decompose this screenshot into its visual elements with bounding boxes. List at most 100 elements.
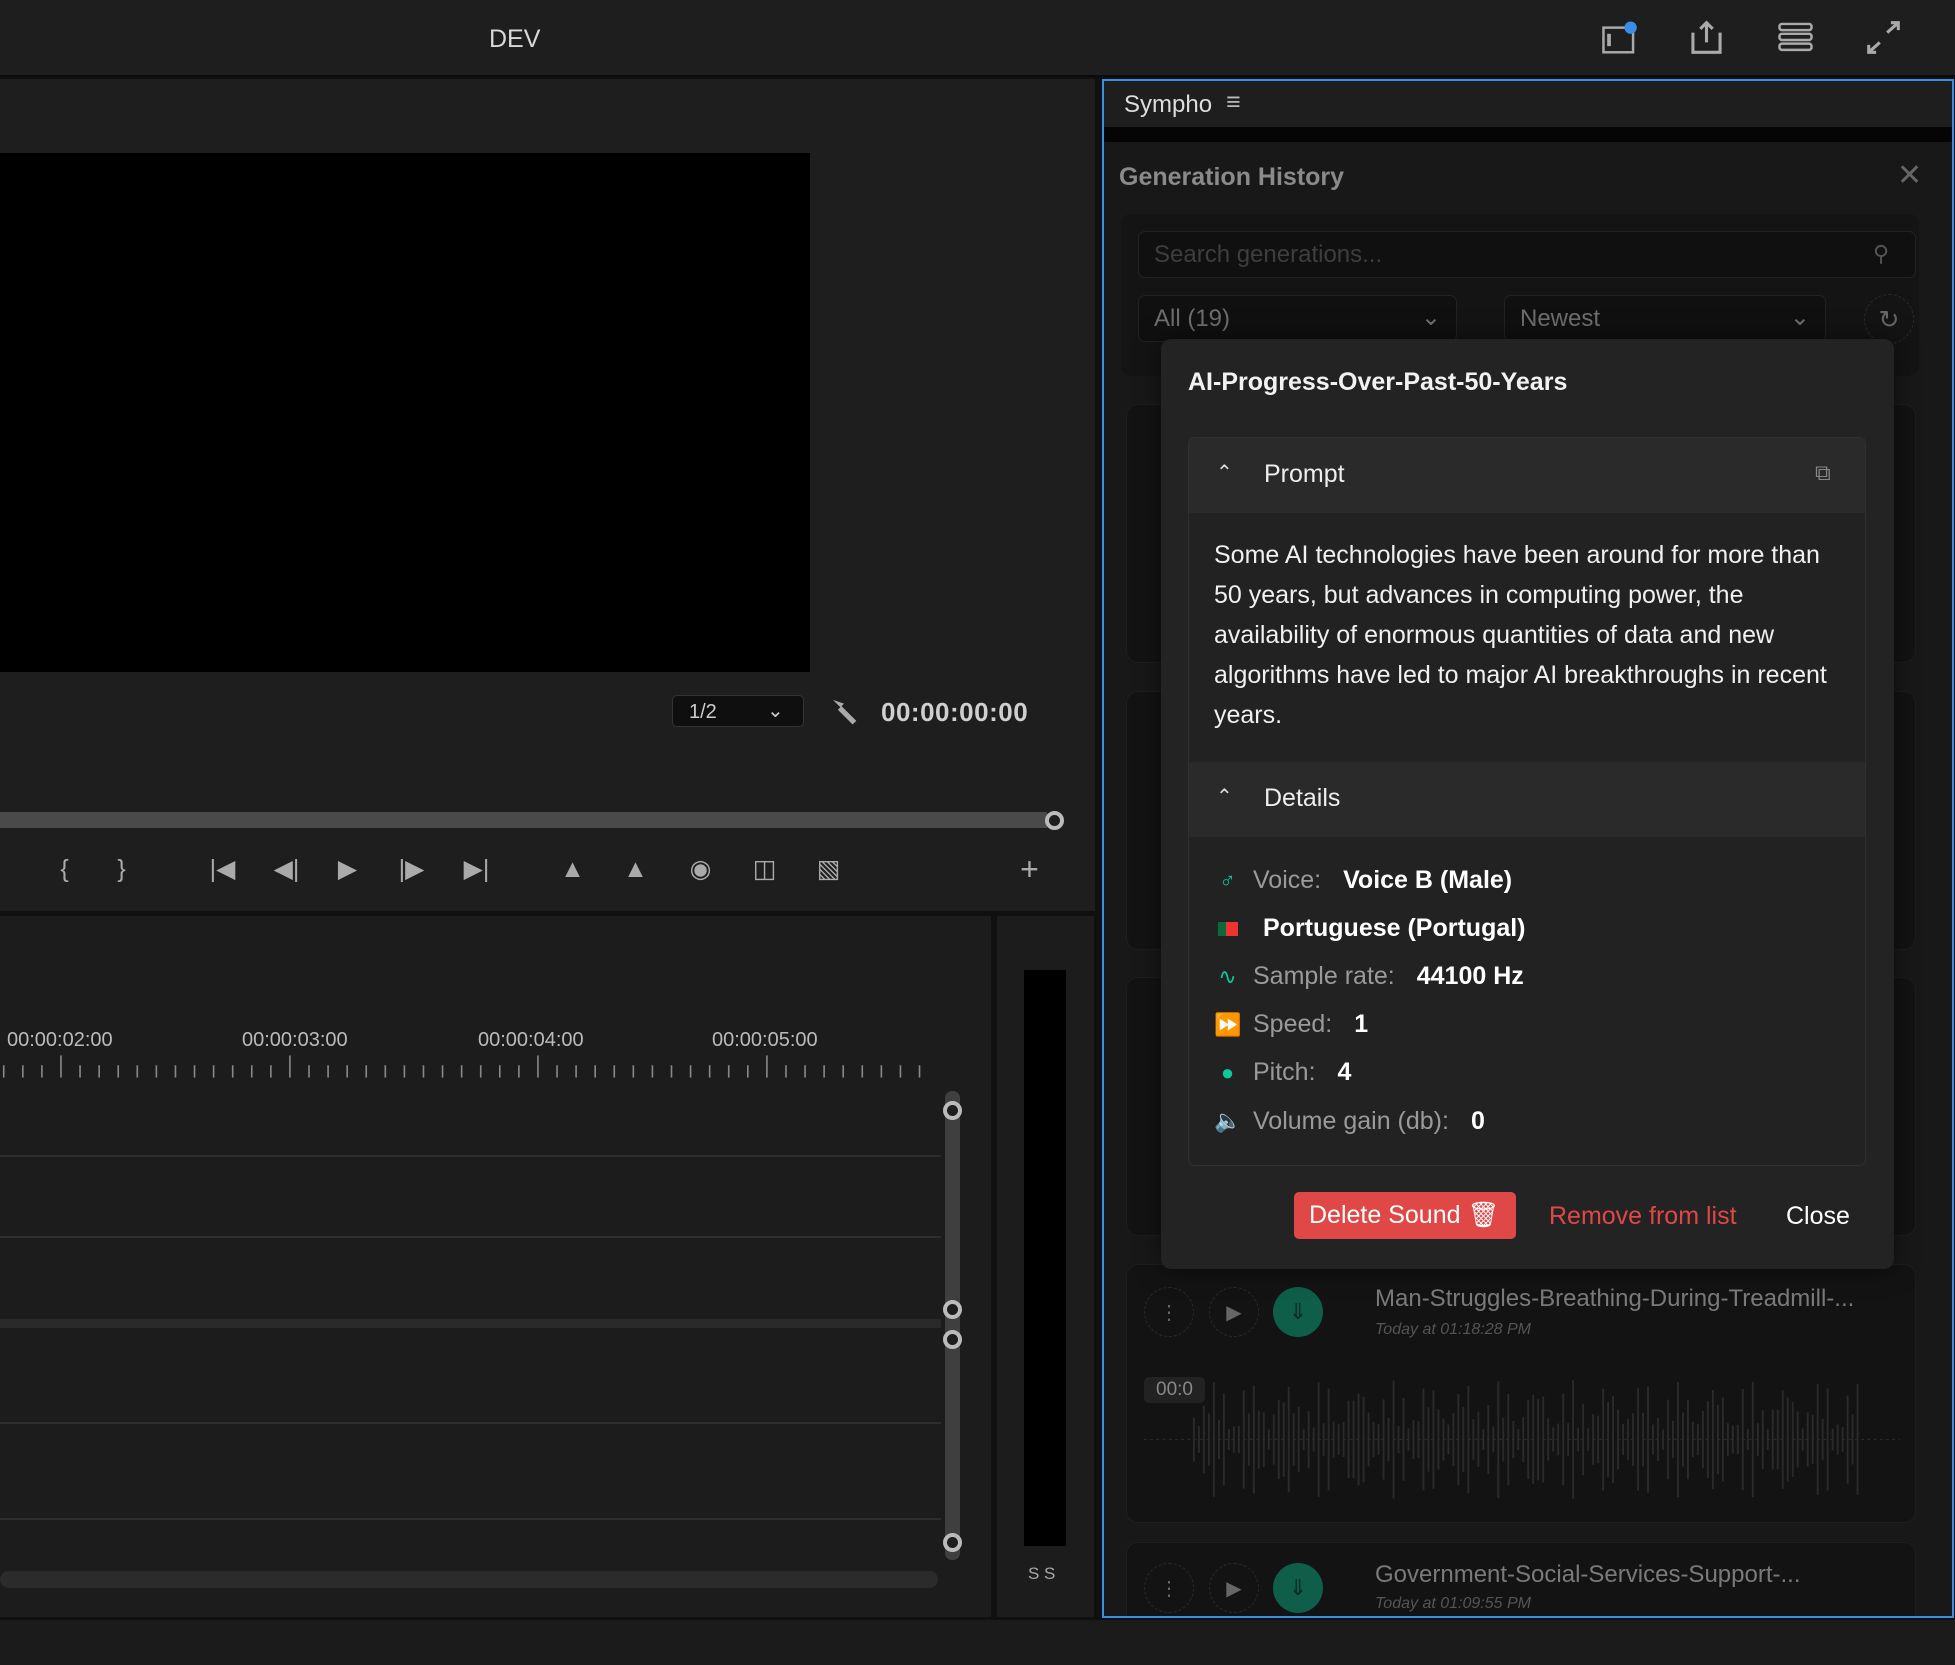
resolution-value: 1/2 bbox=[689, 701, 717, 723]
ruler-ticks[interactable] bbox=[0, 1053, 929, 1080]
prompt-details-section: ⌃ Prompt ⧉ Some AI technologies have bee… bbox=[1188, 437, 1866, 1166]
download-icon[interactable]: ⇓ bbox=[1273, 1287, 1323, 1337]
prompt-text: Some AI technologies have been around fo… bbox=[1214, 541, 1827, 729]
modal-title: AI-Progress-Over-Past-50-Years bbox=[1188, 368, 1568, 396]
detail-value: 4 bbox=[1337, 1058, 1352, 1087]
list-item[interactable]: ⋮ ▶ ⇓ Man-Struggles-Breathing-During-Tre… bbox=[1126, 1264, 1916, 1523]
chevron-up-icon: ⌃ bbox=[1216, 462, 1233, 484]
prompt-header[interactable]: ⌃ Prompt ⧉ bbox=[1189, 438, 1865, 513]
overwrite-icon[interactable]: ▲ bbox=[617, 852, 654, 887]
detail-row: ⏩ Speed: 1 bbox=[1214, 1006, 1368, 1043]
track-splitter[interactable] bbox=[0, 1319, 941, 1328]
search-icon[interactable]: ⚲ bbox=[1873, 241, 1889, 267]
panel-menu-icon[interactable]: ≡ bbox=[1226, 88, 1241, 117]
detail-value: 44100 Hz bbox=[1416, 962, 1524, 991]
detail-value: Voice B (Male) bbox=[1343, 866, 1513, 894]
chevron-down-icon: ⌄ bbox=[1789, 304, 1810, 331]
chevron-down-icon: ⌄ bbox=[1420, 304, 1441, 331]
detail-label: Pitch: bbox=[1253, 1058, 1316, 1087]
refresh-icon[interactable]: ↻ bbox=[1864, 294, 1914, 344]
close-button[interactable]: Close bbox=[1786, 1202, 1850, 1231]
detail-row: 🔈 Volume gain (db): 0 bbox=[1214, 1103, 1485, 1140]
resolution-dropdown[interactable]: 1/2 ⌄ bbox=[672, 695, 804, 727]
scroll-handle[interactable] bbox=[943, 1300, 962, 1319]
go-to-out-icon[interactable]: ▶| bbox=[458, 852, 495, 887]
panel-name: Sympho bbox=[1124, 91, 1213, 118]
more-icon[interactable]: ⋮ bbox=[1144, 1563, 1194, 1613]
download-icon[interactable]: ⇓ bbox=[1273, 1563, 1323, 1613]
delete-label: Delete Sound bbox=[1309, 1201, 1461, 1229]
mark-out-icon[interactable]: } bbox=[103, 852, 140, 887]
timecode: 00:00:00:00 bbox=[881, 697, 1029, 727]
step-back-icon[interactable]: ◀| bbox=[268, 852, 305, 887]
toggle-icon[interactable]: ▧ bbox=[810, 852, 847, 887]
ruler-label: 00:00:05:00 bbox=[712, 1029, 818, 1051]
history-title: Generation History bbox=[1119, 163, 1345, 191]
horizontal-scrollbar[interactable] bbox=[0, 1571, 938, 1588]
male-icon: ♂ bbox=[1219, 867, 1236, 893]
add-icon[interactable]: + bbox=[1011, 852, 1048, 887]
play-icon[interactable]: ▶ bbox=[1209, 1287, 1259, 1337]
detail-row: ∿ Sample rate: 44100 Hz bbox=[1214, 958, 1524, 995]
speaking-head-icon: ● bbox=[1220, 1059, 1235, 1085]
play-icon[interactable]: ▶ bbox=[1209, 1563, 1259, 1613]
volume-icon: 🔈 bbox=[1214, 1108, 1242, 1133]
meter-labels: S S bbox=[1028, 1564, 1056, 1583]
list-item[interactable]: ⋮ ▶ ⇓ Government-Social-Services-Support… bbox=[1126, 1542, 1916, 1616]
more-icon[interactable]: ⋮ bbox=[1144, 1287, 1194, 1337]
item-time: 00:0 bbox=[1144, 1377, 1205, 1403]
flag-portugal-icon bbox=[1214, 916, 1241, 942]
prompt-label: Prompt bbox=[1264, 460, 1345, 488]
sort-value: Newest bbox=[1520, 305, 1601, 332]
vertical-scrollbar[interactable] bbox=[945, 1091, 960, 1560]
timeline-panel: 00:00:02:00 00:00:03:00 00:00:04:00 00:0… bbox=[0, 916, 991, 1617]
app-title: DEV bbox=[489, 25, 541, 53]
scrub-bar[interactable] bbox=[0, 812, 1047, 828]
filter-value: All (19) bbox=[1154, 305, 1231, 332]
camera-icon[interactable]: ◉ bbox=[682, 852, 719, 887]
track-divider bbox=[0, 1236, 941, 1238]
wrench-icon[interactable] bbox=[828, 695, 860, 727]
detail-value: Portuguese (Portugal) bbox=[1263, 914, 1526, 943]
details-label: Details bbox=[1264, 784, 1341, 812]
detail-label: Speed: bbox=[1253, 1010, 1333, 1039]
track-divider bbox=[0, 1422, 941, 1424]
scrub-handle[interactable] bbox=[1045, 811, 1064, 830]
details-modal: AI-Progress-Over-Past-50-Years ⌃ Prompt … bbox=[1161, 339, 1894, 1269]
item-date: Today at 01:18:28 PM bbox=[1375, 1321, 1531, 1338]
go-to-in-icon[interactable]: |◀ bbox=[204, 852, 241, 887]
mark-in-icon[interactable]: { bbox=[46, 852, 83, 887]
chevron-up-icon: ⌃ bbox=[1216, 786, 1233, 808]
play-icon[interactable]: ▶ bbox=[329, 852, 366, 887]
sort-select[interactable]: Newest ⌄ bbox=[1504, 295, 1826, 342]
scroll-handle[interactable] bbox=[943, 1101, 962, 1120]
share-icon[interactable] bbox=[1688, 20, 1725, 55]
scroll-handle[interactable] bbox=[943, 1330, 962, 1349]
track-divider bbox=[0, 1518, 941, 1520]
delete-sound-button[interactable]: Delete Sound 🗑 bbox=[1294, 1192, 1516, 1239]
waveform[interactable] bbox=[1144, 1371, 1900, 1508]
panel-notification-icon[interactable] bbox=[1601, 20, 1638, 55]
divider bbox=[1104, 127, 1952, 142]
ruler-label: 00:00:02:00 bbox=[7, 1029, 113, 1051]
detail-row: ● Pitch: 4 bbox=[1214, 1054, 1352, 1091]
filter-select[interactable]: All (19) ⌄ bbox=[1138, 295, 1457, 342]
remove-from-list-button[interactable]: Remove from list bbox=[1549, 1202, 1737, 1231]
copy-icon[interactable]: ⧉ bbox=[1815, 460, 1831, 486]
detail-label: Volume gain (db): bbox=[1253, 1106, 1449, 1135]
program-monitor: 1/2 ⌄ 00:00:00:00 { } |◀ ◀| ▶ |▶ ▶| ▲ ▲ ◉… bbox=[0, 79, 1095, 911]
trash-icon: 🗑 bbox=[1467, 1201, 1500, 1229]
item-title: Man-Struggles-Breathing-During-Treadmill… bbox=[1375, 1285, 1855, 1312]
item-title: Government-Social-Services-Support-... bbox=[1375, 1561, 1801, 1588]
insert-icon[interactable]: ▲ bbox=[554, 852, 591, 887]
item-date: Today at 01:09:55 PM bbox=[1375, 1595, 1531, 1612]
step-forward-icon[interactable]: |▶ bbox=[393, 852, 430, 887]
fast-forward-icon: ⏩ bbox=[1214, 1011, 1242, 1037]
fullscreen-icon[interactable] bbox=[1865, 20, 1902, 55]
menu-lines-icon[interactable] bbox=[1777, 20, 1814, 55]
close-icon[interactable]: ✕ bbox=[1897, 158, 1922, 193]
details-header[interactable]: ⌃ Details bbox=[1189, 762, 1865, 837]
scroll-handle[interactable] bbox=[943, 1533, 962, 1552]
compare-icon[interactable]: ◫ bbox=[746, 852, 783, 887]
search-input[interactable]: Search generations... bbox=[1138, 231, 1916, 278]
